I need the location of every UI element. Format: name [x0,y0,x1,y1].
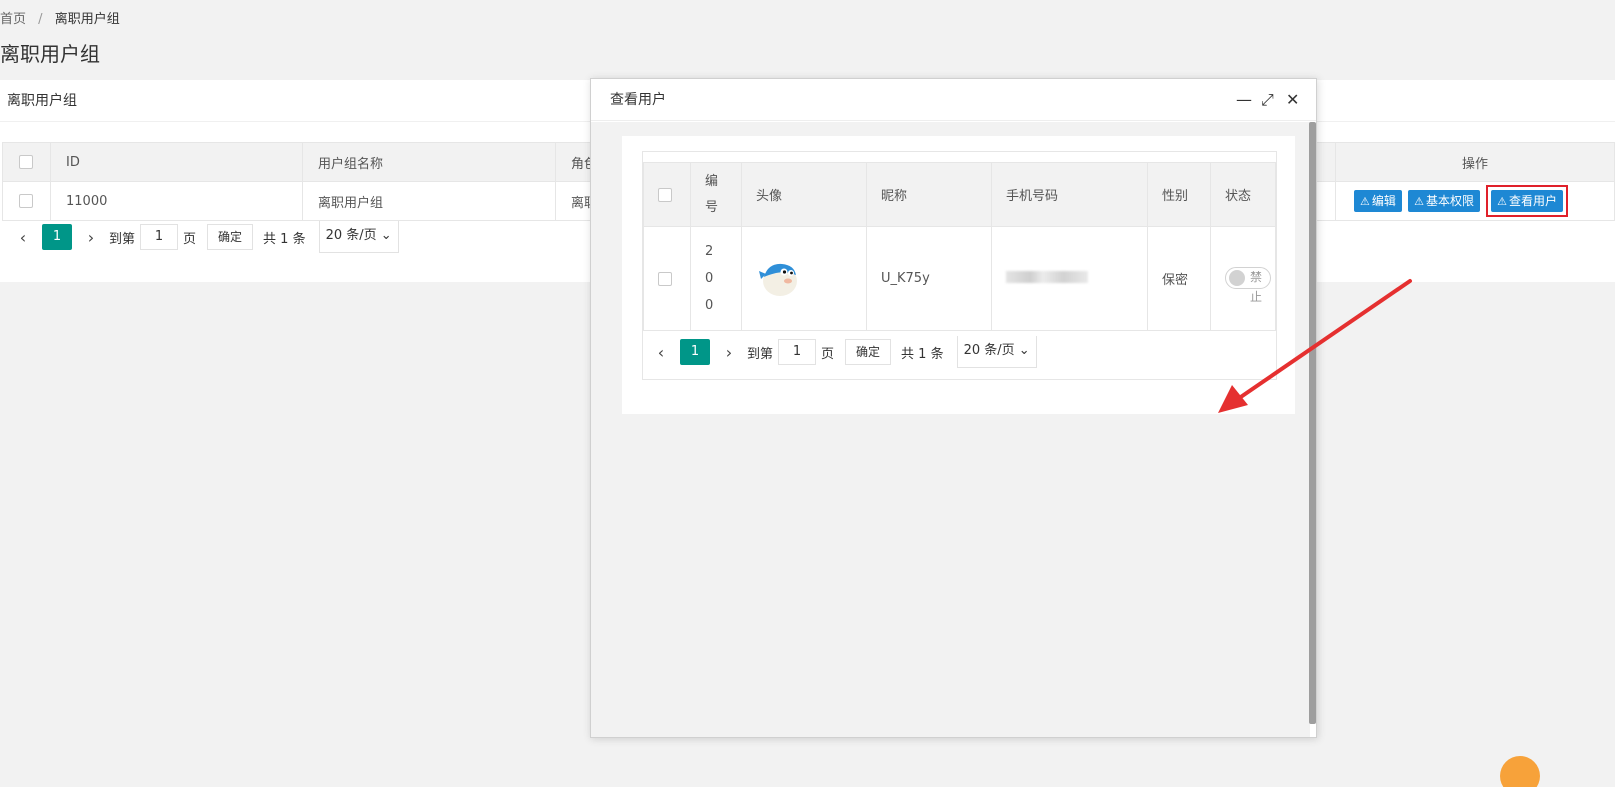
cell-nickname: U_K75y [866,226,992,331]
edit-button[interactable]: ⚠ 编辑 [1354,190,1402,212]
select-all-checkbox[interactable] [658,187,672,202]
users-pagination: ‹ 1 › 到第 1 页 确定 共 1 条 20 条/页 ⌄ [648,336,1037,368]
total-count: 共 1 条 [263,231,306,247]
warning-icon: ⚠ [1497,195,1507,208]
warning-icon: ⚠ [1414,195,1424,208]
users-table: 编号 头像 昵称 手机号码 性别 状态 200 U_K75y 保密 禁止 [643,162,1276,331]
table-row: 200 U_K75y 保密 禁止 [643,226,1276,331]
basic-permission-button[interactable]: ⚠ 基本权限 [1408,190,1480,212]
annotation-arrow [1218,279,1412,413]
total-count: 共 1 条 [901,346,944,362]
select-all-checkbox[interactable] [19,155,33,169]
dialog-body: 编号 头像 昵称 手机号码 性别 状态 200 U_K75y 保密 禁止 ‹ 1… [591,122,1310,737]
main-pagination: ‹ 1 › 到第 1 页 确定 共 1 条 20 条/页 ⌄ [10,221,399,253]
minimize-icon[interactable]: — [1236,79,1252,121]
page-size-select[interactable]: 20 条/页 ⌄ [318,221,399,253]
row-checkbox[interactable] [19,194,33,208]
page-1-button[interactable]: 1 [680,339,710,365]
breadcrumb-current: 离职用户组 [54,12,120,27]
breadcrumb: 首页 / 离职用户组 [0,8,120,27]
page-input[interactable]: 1 [140,224,179,250]
page-unit: 页 [821,346,835,362]
confirm-button[interactable]: 确定 [845,339,892,365]
users-card: 编号 头像 昵称 手机号码 性别 状态 200 U_K75y 保密 禁止 ‹ 1… [622,136,1295,414]
col-gender: 性别 [1147,162,1211,227]
row-checkbox[interactable] [658,271,672,286]
page-unit: 页 [183,231,197,247]
cell-id: 11000 [50,181,303,221]
goto-label: 到第 [109,231,136,247]
cell-gender: 保密 [1147,226,1211,331]
col-group-name: 用户组名称 [302,142,556,182]
prev-page-icon[interactable]: ‹ [648,343,674,362]
page-input[interactable]: 1 [778,339,817,365]
cell-group-name: 离职用户组 [302,181,556,221]
prev-page-icon[interactable]: ‹ [10,228,36,247]
chevron-down-icon: ⌄ [380,228,392,243]
page-size-select[interactable]: 20 条/页 ⌄ [956,336,1037,368]
floating-badge[interactable] [1500,756,1540,787]
maximize-icon[interactable]: ⤢ [1261,79,1274,121]
col-avatar: 头像 [741,162,867,227]
col-id: ID [50,142,303,182]
users-table-wrap: 编号 头像 昵称 手机号码 性别 状态 200 U_K75y 保密 禁止 ‹ 1… [642,151,1277,380]
next-page-icon[interactable]: › [716,343,742,362]
page-title: 离职用户组 [0,42,100,66]
warning-icon: ⚠ [1360,195,1370,208]
col-ops: 操作 [1335,142,1615,182]
dialog-scrollbar[interactable] [1309,122,1316,724]
phone-redacted [1006,270,1088,283]
close-icon[interactable]: ✕ [1286,79,1299,121]
col-number: 编号 [690,162,742,227]
next-page-icon[interactable]: › [78,228,104,247]
col-phone: 手机号码 [991,162,1148,227]
dialog-title-bar: 查看用户 — ⤢ ✕ [591,79,1316,121]
view-users-dialog: 查看用户 — ⤢ ✕ 编号 头像 昵称 手机号码 性别 状态 200 U_K75… [590,78,1317,738]
col-nickname: 昵称 [866,162,992,227]
highlight-box: ⚠ 查看用户 [1486,185,1568,217]
confirm-button[interactable]: 确定 [207,224,254,250]
goto-label: 到第 [747,346,774,362]
breadcrumb-separator: / [38,12,43,27]
dialog-title: 查看用户 [610,92,666,108]
view-users-button[interactable]: ⚠ 查看用户 [1491,190,1563,212]
chevron-down-icon: ⌄ [1018,343,1030,358]
cell-number: 200 [690,226,742,331]
avatar [759,263,797,296]
page-1-button[interactable]: 1 [42,224,72,250]
breadcrumb-home[interactable]: 首页 [0,12,26,27]
col-status: 状态 [1210,162,1276,227]
